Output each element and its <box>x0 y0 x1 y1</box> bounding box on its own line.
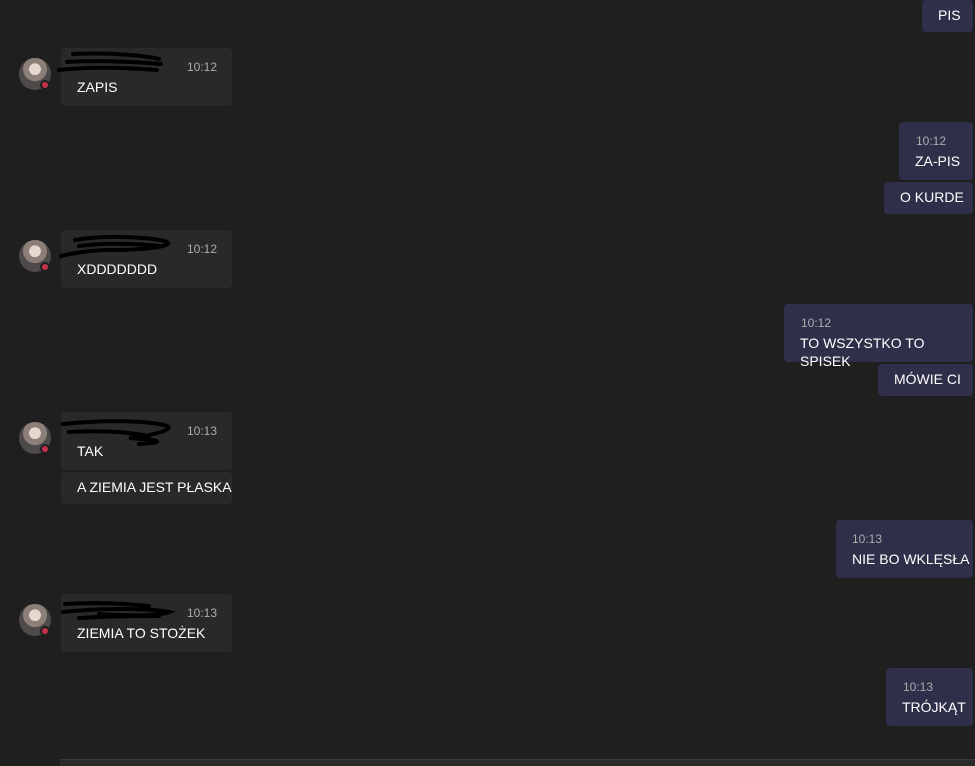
message-text: PIS <box>938 7 961 23</box>
message-text: NIE BO WKLĘSŁA <box>852 551 970 567</box>
message-text: ZA-PIS <box>915 153 961 169</box>
redacted-sender-name <box>57 51 163 72</box>
message-timestamp: 10:12 <box>187 60 218 74</box>
message-text: XDDDDDDD <box>77 261 158 277</box>
chat-thread: PIS 10:12 ZAPIS 10:12 ZA-PIS O KURDE 10:… <box>0 0 975 766</box>
incoming-message[interactable]: 10:12 ZAPIS <box>57 48 232 106</box>
outgoing-message[interactable]: MÓWIE CI <box>878 364 973 396</box>
message-timestamp: 10:13 <box>852 532 883 546</box>
message-timestamp: 10:13 <box>187 606 218 620</box>
message-timestamp: 10:13 <box>187 424 218 438</box>
message-timestamp: 10:12 <box>916 134 947 148</box>
incoming-message[interactable]: A ZIEMIA JEST PŁASKA <box>61 472 232 504</box>
incoming-message[interactable]: 10:13 TAK <box>61 412 232 470</box>
message-text: ZAPIS <box>77 79 118 95</box>
outgoing-message[interactable]: 10:12 ZA-PIS <box>899 122 973 180</box>
message-text: ZIEMIA TO STOŻEK <box>77 625 206 641</box>
message-text: A ZIEMIA JEST PŁASKA <box>77 479 232 495</box>
outgoing-message[interactable]: O KURDE <box>884 182 973 214</box>
message-text: O KURDE <box>900 189 964 205</box>
message-text: MÓWIE CI <box>894 371 961 387</box>
message-timestamp: 10:12 <box>801 316 832 330</box>
message-timestamp: 10:12 <box>187 242 218 256</box>
presence-busy-icon <box>40 80 50 90</box>
redacted-sender-name <box>61 419 171 446</box>
outgoing-message[interactable]: PIS <box>922 0 973 32</box>
incoming-message[interactable]: 10:13 ZIEMIA TO STOŻEK <box>61 594 232 652</box>
message-timestamp: 10:13 <box>903 680 934 694</box>
incoming-message[interactable]: 10:12 XDDDDDDD <box>59 230 232 288</box>
outgoing-message[interactable]: 10:12 TO WSZYSTKO TO SPISEK <box>784 304 973 369</box>
outgoing-message[interactable]: 10:13 TRÓJKĄT <box>886 668 973 726</box>
outgoing-message[interactable]: 10:13 NIE BO WKLĘSŁA <box>836 520 973 578</box>
message-text: TRÓJKĄT <box>902 699 966 715</box>
message-text: TAK <box>77 443 104 459</box>
message-compose-box[interactable] <box>60 759 975 766</box>
